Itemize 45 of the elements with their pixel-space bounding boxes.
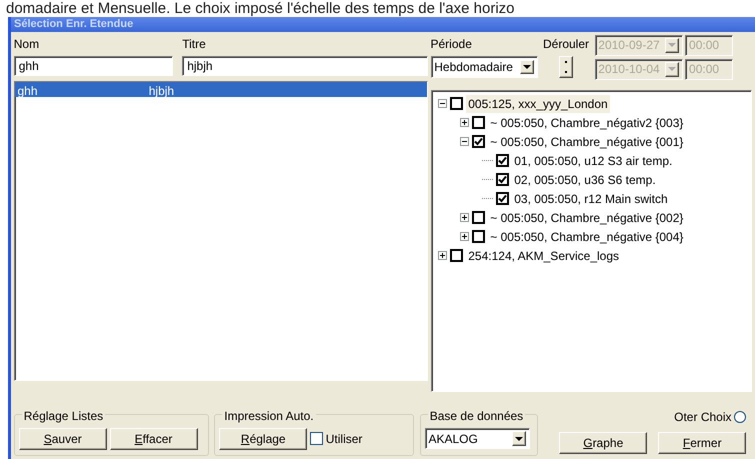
tree-item[interactable]: ~ 005:050, Chambre_négative {001} bbox=[488, 132, 686, 150]
button[interactable]: Graphe bbox=[559, 432, 648, 454]
field-label: Période bbox=[430, 36, 473, 53]
background-text: domadaire et Mensuelle. Le choix imposé l'échelle des temps de l'axe horizo bbox=[5, 0, 516, 17]
expand-icon[interactable] bbox=[438, 251, 448, 260]
expand-icon[interactable] bbox=[460, 118, 470, 127]
expand-icon[interactable] bbox=[460, 232, 470, 241]
window-title: Sélection Enr. Etendue bbox=[11, 17, 755, 32]
input-field[interactable]: hjbjh bbox=[182, 56, 428, 76]
tree-item[interactable]: 02, 005:050, u36 S6 temp. bbox=[512, 170, 658, 188]
scroll-label: Dérouler bbox=[543, 36, 590, 53]
checkbox[interactable] bbox=[450, 97, 464, 110]
field-label: Titre bbox=[182, 36, 207, 53]
database-dropdown[interactable]: AKALOG bbox=[424, 428, 530, 450]
tree-item[interactable]: ~ 005:050, Chambre_négative {004} bbox=[488, 228, 686, 246]
list-row[interactable]: ghh hjbjh bbox=[14, 82, 427, 97]
button[interactable]: Réglage bbox=[219, 428, 308, 450]
radio-button[interactable] bbox=[734, 411, 746, 423]
checkbox[interactable] bbox=[472, 211, 486, 224]
checkbox[interactable] bbox=[310, 432, 323, 446]
collapse-icon[interactable] bbox=[460, 137, 470, 146]
checkbox[interactable] bbox=[472, 230, 486, 243]
spin-button[interactable] bbox=[559, 56, 574, 78]
button[interactable]: Effacer bbox=[110, 428, 198, 450]
expand-icon[interactable] bbox=[460, 213, 470, 222]
collapse-icon[interactable] bbox=[438, 99, 448, 108]
checkbox[interactable] bbox=[496, 154, 510, 167]
checkbox[interactable] bbox=[472, 116, 486, 129]
checkbox[interactable] bbox=[472, 135, 486, 148]
input-field[interactable]: ghh bbox=[14, 56, 174, 76]
option-label: Oter Choix bbox=[674, 409, 732, 426]
tree-item[interactable]: 254:124, AKM_Service_logs bbox=[466, 246, 622, 264]
button[interactable]: Sauver bbox=[18, 428, 107, 450]
tree-item[interactable]: ~ 005:050, Chambre_négative {002} bbox=[488, 208, 686, 226]
period-dropdown[interactable]: Hebdomadaire bbox=[430, 56, 538, 78]
tree-item[interactable]: 005:125, xxx_yyy_London bbox=[466, 94, 610, 112]
tree-item[interactable]: ~ 005:050, Chambre_négativ2 {003} bbox=[488, 114, 686, 132]
field-label: Nom bbox=[14, 36, 40, 53]
checkbox-label: Utiliser bbox=[326, 430, 362, 448]
checkbox[interactable] bbox=[450, 249, 464, 262]
tree-item[interactable]: 03, 005:050, r12 Main switch bbox=[512, 190, 670, 208]
checkbox[interactable] bbox=[496, 173, 510, 186]
button[interactable]: Fermer bbox=[658, 432, 746, 454]
checkbox[interactable] bbox=[496, 192, 510, 205]
tree-item[interactable]: 01, 005:050, u12 S3 air temp. bbox=[512, 152, 674, 170]
